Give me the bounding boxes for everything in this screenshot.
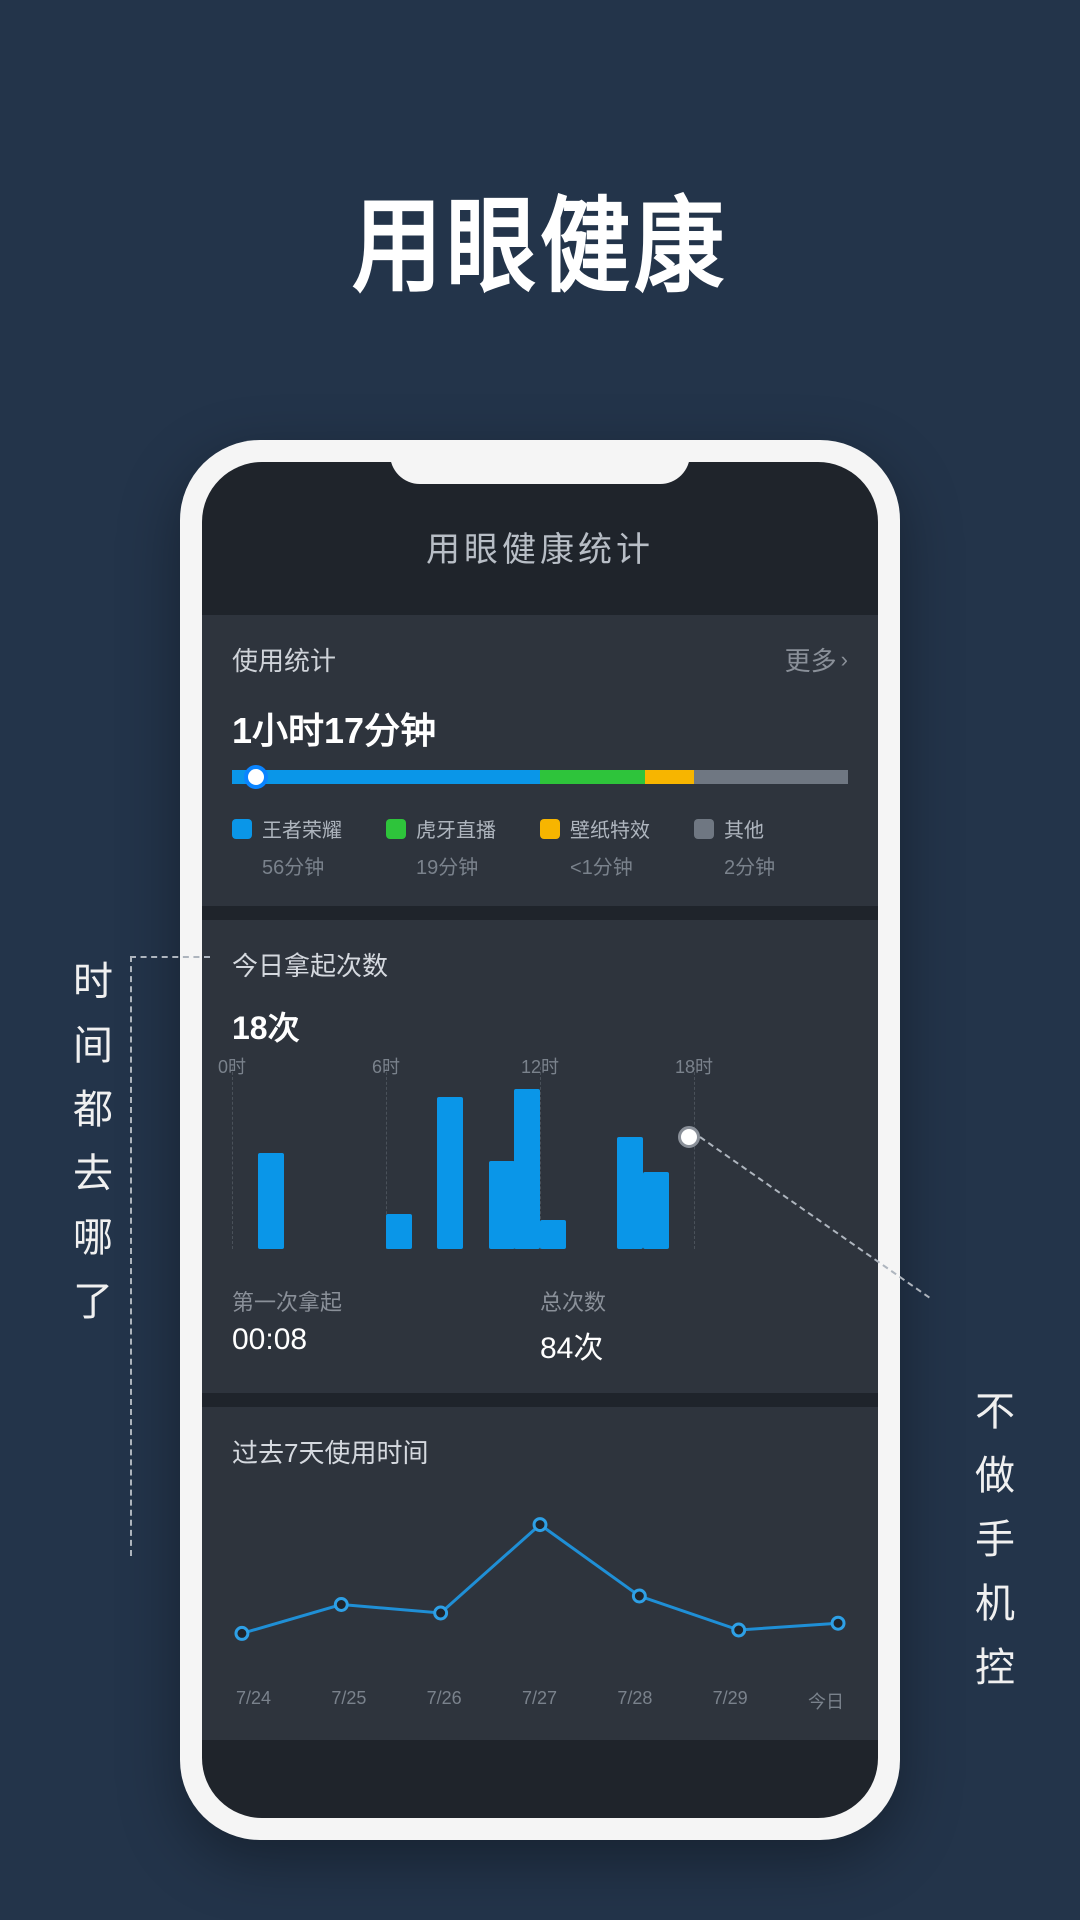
legend-item: 其他 2分钟 — [694, 814, 848, 880]
side-caption-right: 不做手机控 — [962, 1390, 1020, 1710]
usage-segment — [540, 770, 645, 784]
legend-name: 壁纸特效 — [570, 814, 650, 843]
legend-time: 2分钟 — [694, 851, 848, 880]
app-screen: 用眼健康统计 使用统计 更多 › 1小时17分钟 王者荣耀56分钟虎牙直播19分… — [202, 462, 878, 1818]
legend-name: 王者荣耀 — [262, 814, 342, 843]
pickups-card: 今日拿起次数 18次 0时6时12时18时 第一次拿起 00:08 总次数 84… — [202, 920, 878, 1393]
week-card: 过去7天使用时间 7/24 7/25 7/26 7/27 7/28 7/29 今日 — [202, 1407, 878, 1740]
usage-segment — [645, 770, 694, 784]
slider-handle-icon[interactable] — [244, 765, 268, 789]
more-label: 更多 — [785, 641, 837, 678]
usage-segment-bar[interactable] — [232, 770, 848, 784]
callout-line — [130, 956, 132, 1556]
pickups-bar-chart: 0时6时12时18时 — [232, 1059, 848, 1269]
gridline — [232, 1067, 233, 1249]
callout-line — [130, 956, 210, 958]
legend-time: 19分钟 — [386, 851, 540, 880]
first-pickup-label: 第一次拿起 — [232, 1285, 540, 1317]
total-usage-time: 1小时17分钟 — [232, 702, 848, 754]
callout-dot-icon — [678, 1126, 700, 1148]
axis-label: 6时 — [372, 1053, 400, 1079]
legend-item: 虎牙直播 19分钟 — [386, 814, 540, 880]
x-axis-label: 今日 — [808, 1688, 844, 1714]
axis-label: 0时 — [218, 1053, 246, 1079]
axis-label: 12时 — [521, 1053, 559, 1079]
phone-notch — [390, 440, 690, 484]
legend-item: 王者荣耀 56分钟 — [232, 814, 386, 880]
pickups-title: 今日拿起次数 — [232, 946, 848, 983]
legend-name: 虎牙直播 — [416, 814, 496, 843]
pickups-count: 18次 — [232, 1003, 848, 1049]
bar — [540, 1220, 566, 1249]
legend-time: 56分钟 — [232, 851, 386, 880]
chevron-right-icon: › — [841, 647, 848, 673]
swatch-icon — [232, 819, 252, 839]
total-pickups-label: 总次数 — [540, 1285, 848, 1317]
swatch-icon — [540, 819, 560, 839]
swatch-icon — [694, 819, 714, 839]
x-axis-label: 7/24 — [236, 1688, 271, 1714]
legend-time: <1分钟 — [540, 851, 694, 880]
legend-item: 壁纸特效 <1分钟 — [540, 814, 694, 880]
axis-label: 18时 — [675, 1053, 713, 1079]
bar — [514, 1089, 540, 1249]
legend-name: 其他 — [724, 814, 764, 843]
usage-segment — [694, 770, 848, 784]
bar — [489, 1161, 515, 1249]
more-button[interactable]: 更多 › — [785, 641, 848, 678]
bar — [258, 1153, 284, 1249]
swatch-icon — [386, 819, 406, 839]
week-line-chart: 7/24 7/25 7/26 7/27 7/28 7/29 今日 — [232, 1484, 848, 1714]
bar — [617, 1137, 643, 1249]
x-axis-label: 7/25 — [331, 1688, 366, 1714]
x-axis-label: 7/28 — [617, 1688, 652, 1714]
usage-legend: 王者荣耀 56分钟 虎牙直播 19分钟 壁纸特效 <1分钟 其他 2分钟 — [232, 814, 848, 880]
bar — [643, 1172, 669, 1249]
first-pickup-value: 00:08 — [232, 1323, 540, 1357]
x-axis-label: 7/27 — [522, 1688, 557, 1714]
x-axis-label: 7/26 — [427, 1688, 462, 1714]
usage-header: 使用统计 — [232, 641, 336, 678]
side-caption-left: 时间都去哪了 — [60, 960, 118, 1344]
page-title: 用眼健康 — [0, 0, 1080, 312]
x-axis-label: 7/29 — [713, 1688, 748, 1714]
usage-card: 使用统计 更多 › 1小时17分钟 王者荣耀 56分钟 虎牙直播 19分钟 壁纸特效 <1… — [202, 615, 878, 906]
bar — [437, 1097, 463, 1249]
week-title: 过去7天使用时间 — [232, 1433, 848, 1470]
total-pickups-value: 84次 — [540, 1323, 848, 1367]
usage-segment — [232, 770, 540, 784]
bar — [386, 1214, 412, 1249]
phone-frame: 用眼健康统计 使用统计 更多 › 1小时17分钟 王者荣耀56分钟虎牙直播19分… — [180, 440, 900, 1840]
gridline — [694, 1067, 695, 1249]
